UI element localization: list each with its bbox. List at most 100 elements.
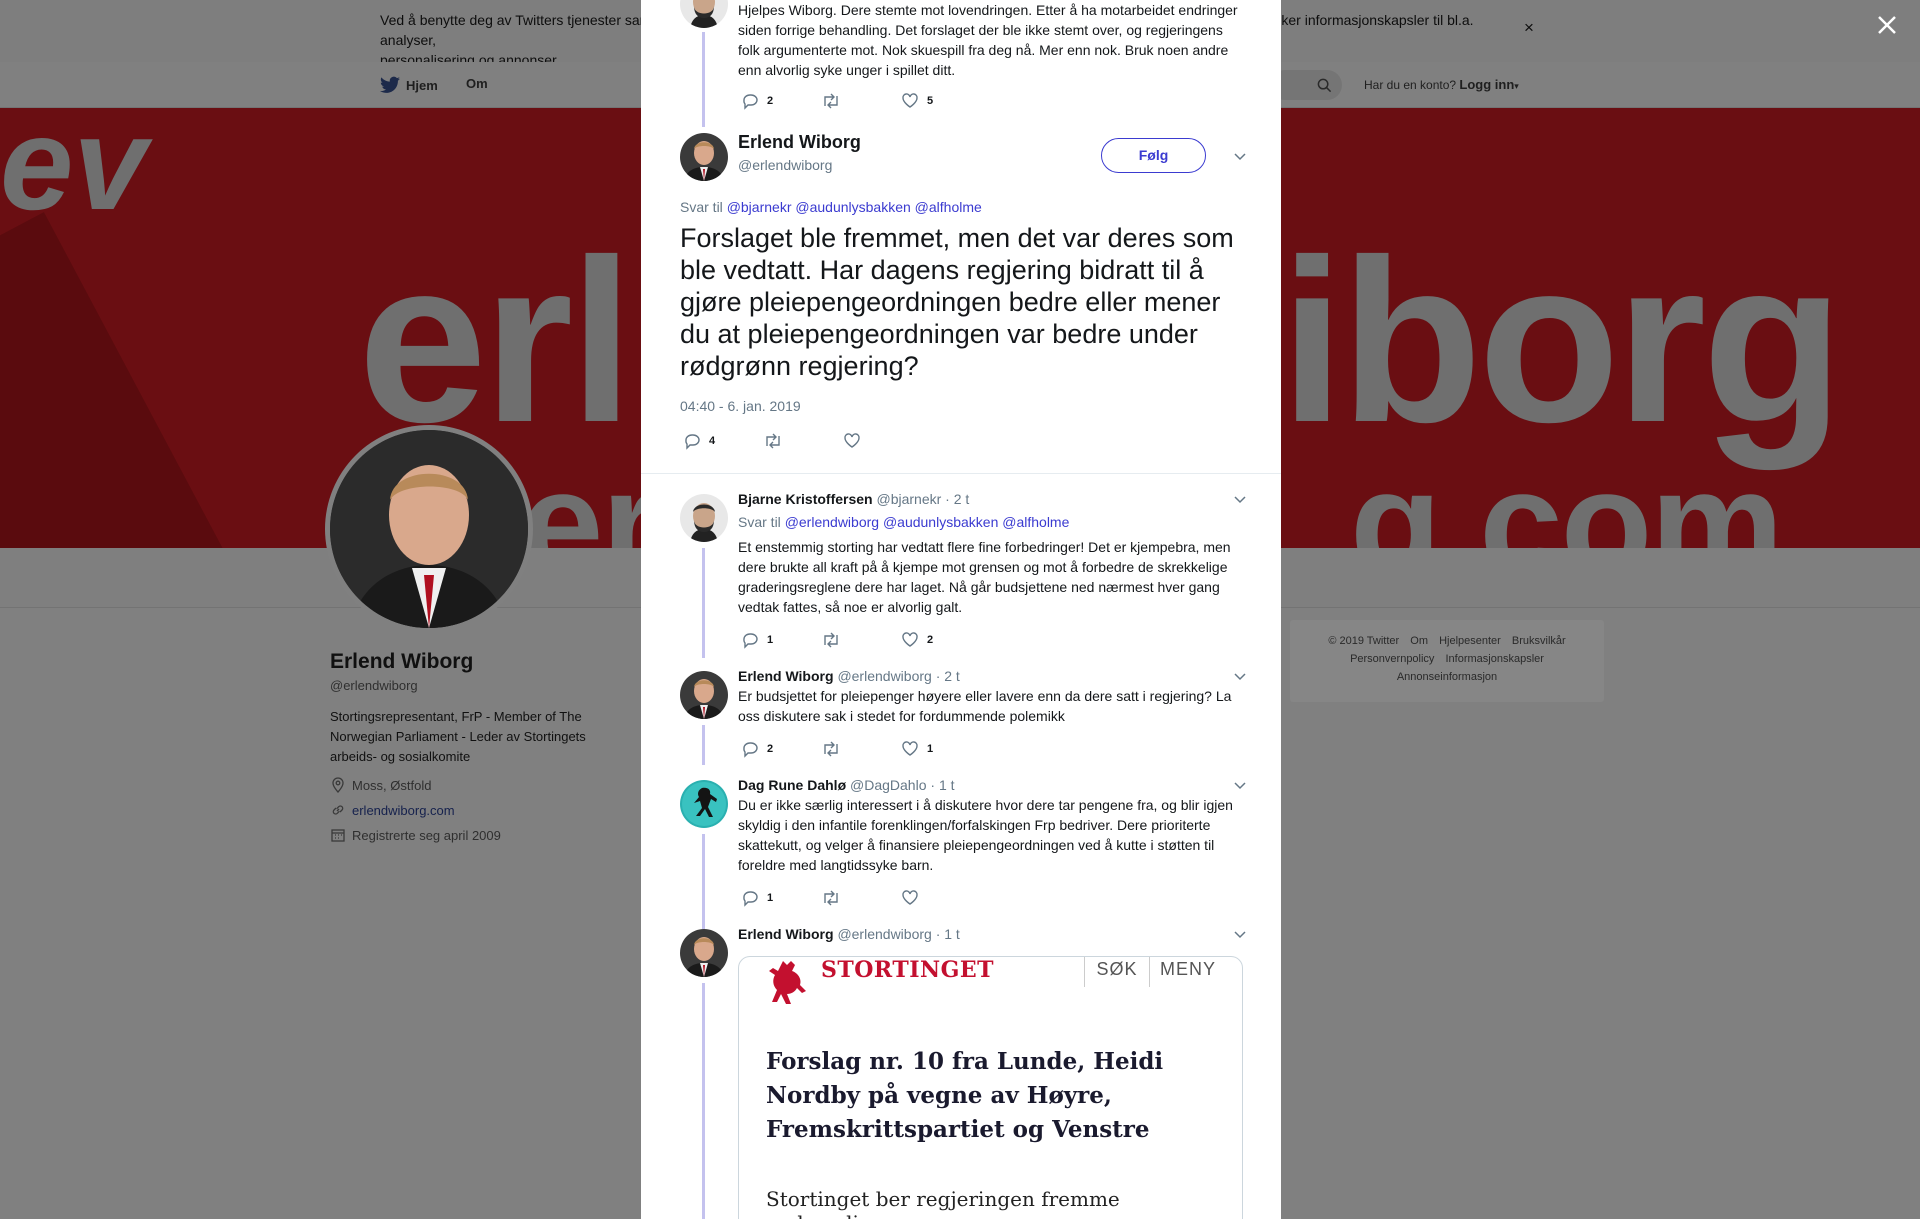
- mention-link[interactable]: @erlendwiborg: [785, 514, 879, 530]
- reply-time[interactable]: · 1 t: [930, 777, 954, 793]
- like-button[interactable]: 5: [901, 92, 981, 110]
- link-preview-card[interactable]: STORTINGET SØK MENY Forslag nr. 10 fra L…: [738, 956, 1243, 1219]
- profile-bio: Stortingsrepresentant, FrP - Member of T…: [330, 709, 586, 764]
- reply-count: 1: [767, 892, 774, 904]
- avatar[interactable]: [680, 0, 728, 28]
- footer-link-ads[interactable]: Annonseinformasjon: [1397, 671, 1497, 683]
- chevron-down-icon[interactable]: [1232, 491, 1248, 507]
- profile-joined-text: Registrerte seg april 2009: [352, 827, 501, 843]
- like-button[interactable]: [901, 889, 981, 907]
- reply-author-name[interactable]: Bjarne Kristoffersen: [738, 491, 873, 507]
- login-link[interactable]: Logg inn: [1459, 77, 1514, 92]
- retweet-button[interactable]: [821, 740, 901, 758]
- mention-link[interactable]: @alfholme: [1002, 514, 1069, 530]
- card-header: STORTINGET SØK MENY: [739, 957, 1242, 1004]
- reply-author-handle[interactable]: @DagDahlo: [850, 777, 926, 793]
- author-handle[interactable]: @erlendwiborg: [738, 157, 832, 173]
- card-search-button[interactable]: SØK: [1084, 957, 1150, 987]
- reply-actions: 1 2: [741, 631, 981, 649]
- thread-line: [702, 548, 705, 658]
- footer-link-help[interactable]: Hjelpesenter: [1439, 635, 1501, 647]
- card-menu-button[interactable]: MENY: [1160, 957, 1216, 981]
- chevron-down-icon[interactable]: [1232, 148, 1248, 164]
- banner-wordmark-right: iborg: [1280, 212, 1844, 471]
- banner-swoosh: [0, 212, 289, 548]
- reply-to-label: Svar til: [680, 199, 723, 215]
- caret-down-icon: ▾: [1514, 81, 1519, 91]
- reply-author-handle[interactable]: @erlendwiborg: [837, 926, 931, 942]
- reply-text: Du er ikke særlig interessert i å diskut…: [738, 797, 1233, 873]
- mention-link[interactable]: @alfholme: [915, 199, 982, 215]
- footer-link-cookies[interactable]: Informasjonskapsler: [1446, 653, 1544, 665]
- retweet-button[interactable]: [821, 631, 901, 649]
- profile-handle: @erlendwiborg: [330, 678, 418, 693]
- avatar[interactable]: [680, 929, 728, 977]
- reply-button[interactable]: 4: [683, 432, 763, 450]
- location-pin-icon: [332, 777, 344, 793]
- follow-button[interactable]: Følg: [1101, 138, 1206, 173]
- chevron-down-icon[interactable]: [1232, 777, 1248, 793]
- like-button[interactable]: 2: [901, 631, 981, 649]
- reply-author-handle[interactable]: @erlendwiborg: [837, 668, 931, 684]
- avatar[interactable]: [680, 494, 728, 542]
- footer-link-privacy[interactable]: Personvernpolicy: [1350, 653, 1434, 665]
- reply-button[interactable]: 2: [741, 740, 821, 758]
- reply-button[interactable]: 1: [741, 889, 821, 907]
- close-modal-icon[interactable]: [1874, 12, 1900, 38]
- card-logo-text: STORTINGET: [821, 957, 995, 983]
- heart-icon: [902, 93, 918, 108]
- reply-text: Et enstemmig storting har vedtatt flere …: [738, 539, 1231, 615]
- card-lead-text: Stortinget ber regjeringen fremme nødven…: [766, 1187, 1120, 1219]
- reply-count: 2: [767, 743, 774, 755]
- footer-link-terms[interactable]: Bruksvilkår: [1512, 635, 1566, 647]
- thread-line: [702, 725, 705, 765]
- reply-to-label: Svar til: [738, 514, 781, 530]
- reply-button[interactable]: 1: [741, 631, 821, 649]
- previous-tweet-actions: 2 5: [741, 92, 981, 110]
- reply-author-name[interactable]: Dag Rune Dahlø: [738, 777, 846, 793]
- retweet-button[interactable]: [821, 92, 901, 110]
- avatar[interactable]: [680, 780, 728, 828]
- mention-link[interactable]: @audunlysbakken: [795, 199, 910, 215]
- reply-header: Erlend Wiborg @erlendwiborg · 1 t: [738, 926, 960, 942]
- tweet-modal: Hjelpes Wiborg. Dere stemte mot lovendri…: [641, 0, 1281, 1219]
- retweet-icon: [766, 433, 780, 449]
- retweet-button[interactable]: [821, 889, 901, 907]
- reply-author-handle[interactable]: @bjarnekr: [876, 491, 941, 507]
- like-button[interactable]: 1: [901, 740, 981, 758]
- reply-time[interactable]: · 2 t: [936, 668, 960, 684]
- reply-time[interactable]: · 1 t: [936, 926, 960, 942]
- mention-link[interactable]: @audunlysbakken: [883, 514, 998, 530]
- search-icon: [1317, 78, 1332, 93]
- like-button[interactable]: [843, 432, 923, 450]
- profile-website-link[interactable]: erlendwiborg.com: [352, 803, 455, 818]
- chevron-down-icon[interactable]: [1232, 926, 1248, 942]
- chevron-down-icon[interactable]: [1232, 668, 1248, 684]
- mention-link[interactable]: @bjarnekr: [727, 199, 792, 215]
- profile-card: Erlend Wiborg @erlendwiborg Stortingsrep…: [330, 650, 630, 843]
- reply-count: 4: [709, 435, 716, 447]
- retweet-button[interactable]: [763, 432, 843, 450]
- nav-home[interactable]: Hjem: [380, 76, 438, 94]
- profile-avatar[interactable]: [325, 425, 533, 633]
- retweet-icon: [824, 93, 838, 109]
- author-name[interactable]: Erlend Wiborg: [738, 132, 861, 153]
- reply-author-name[interactable]: Erlend Wiborg: [738, 668, 834, 684]
- retweet-icon: [824, 890, 838, 906]
- cookie-close-button[interactable]: ×: [1524, 18, 1534, 38]
- tweet-timestamp[interactable]: 04:40 - 6. jan. 2019: [680, 398, 801, 414]
- main-tweet-text: Forslaget ble fremmet, men det var deres…: [680, 223, 1234, 381]
- footer-link-about[interactable]: Om: [1410, 635, 1428, 647]
- reply-author-name[interactable]: Erlend Wiborg: [738, 926, 834, 942]
- avatar[interactable]: [680, 671, 728, 719]
- profile-website[interactable]: erlendwiborg.com: [330, 802, 630, 818]
- stortinget-lion-logo: [769, 961, 806, 1004]
- reply-button[interactable]: 2: [741, 92, 821, 110]
- reply-actions: 1: [741, 889, 981, 907]
- avatar[interactable]: [680, 133, 728, 181]
- thread-line: [702, 834, 705, 929]
- calendar-icon: [331, 829, 345, 842]
- reply-time[interactable]: · 2 t: [945, 491, 969, 507]
- thread-line: [702, 32, 705, 127]
- nav-about[interactable]: Om: [466, 76, 488, 91]
